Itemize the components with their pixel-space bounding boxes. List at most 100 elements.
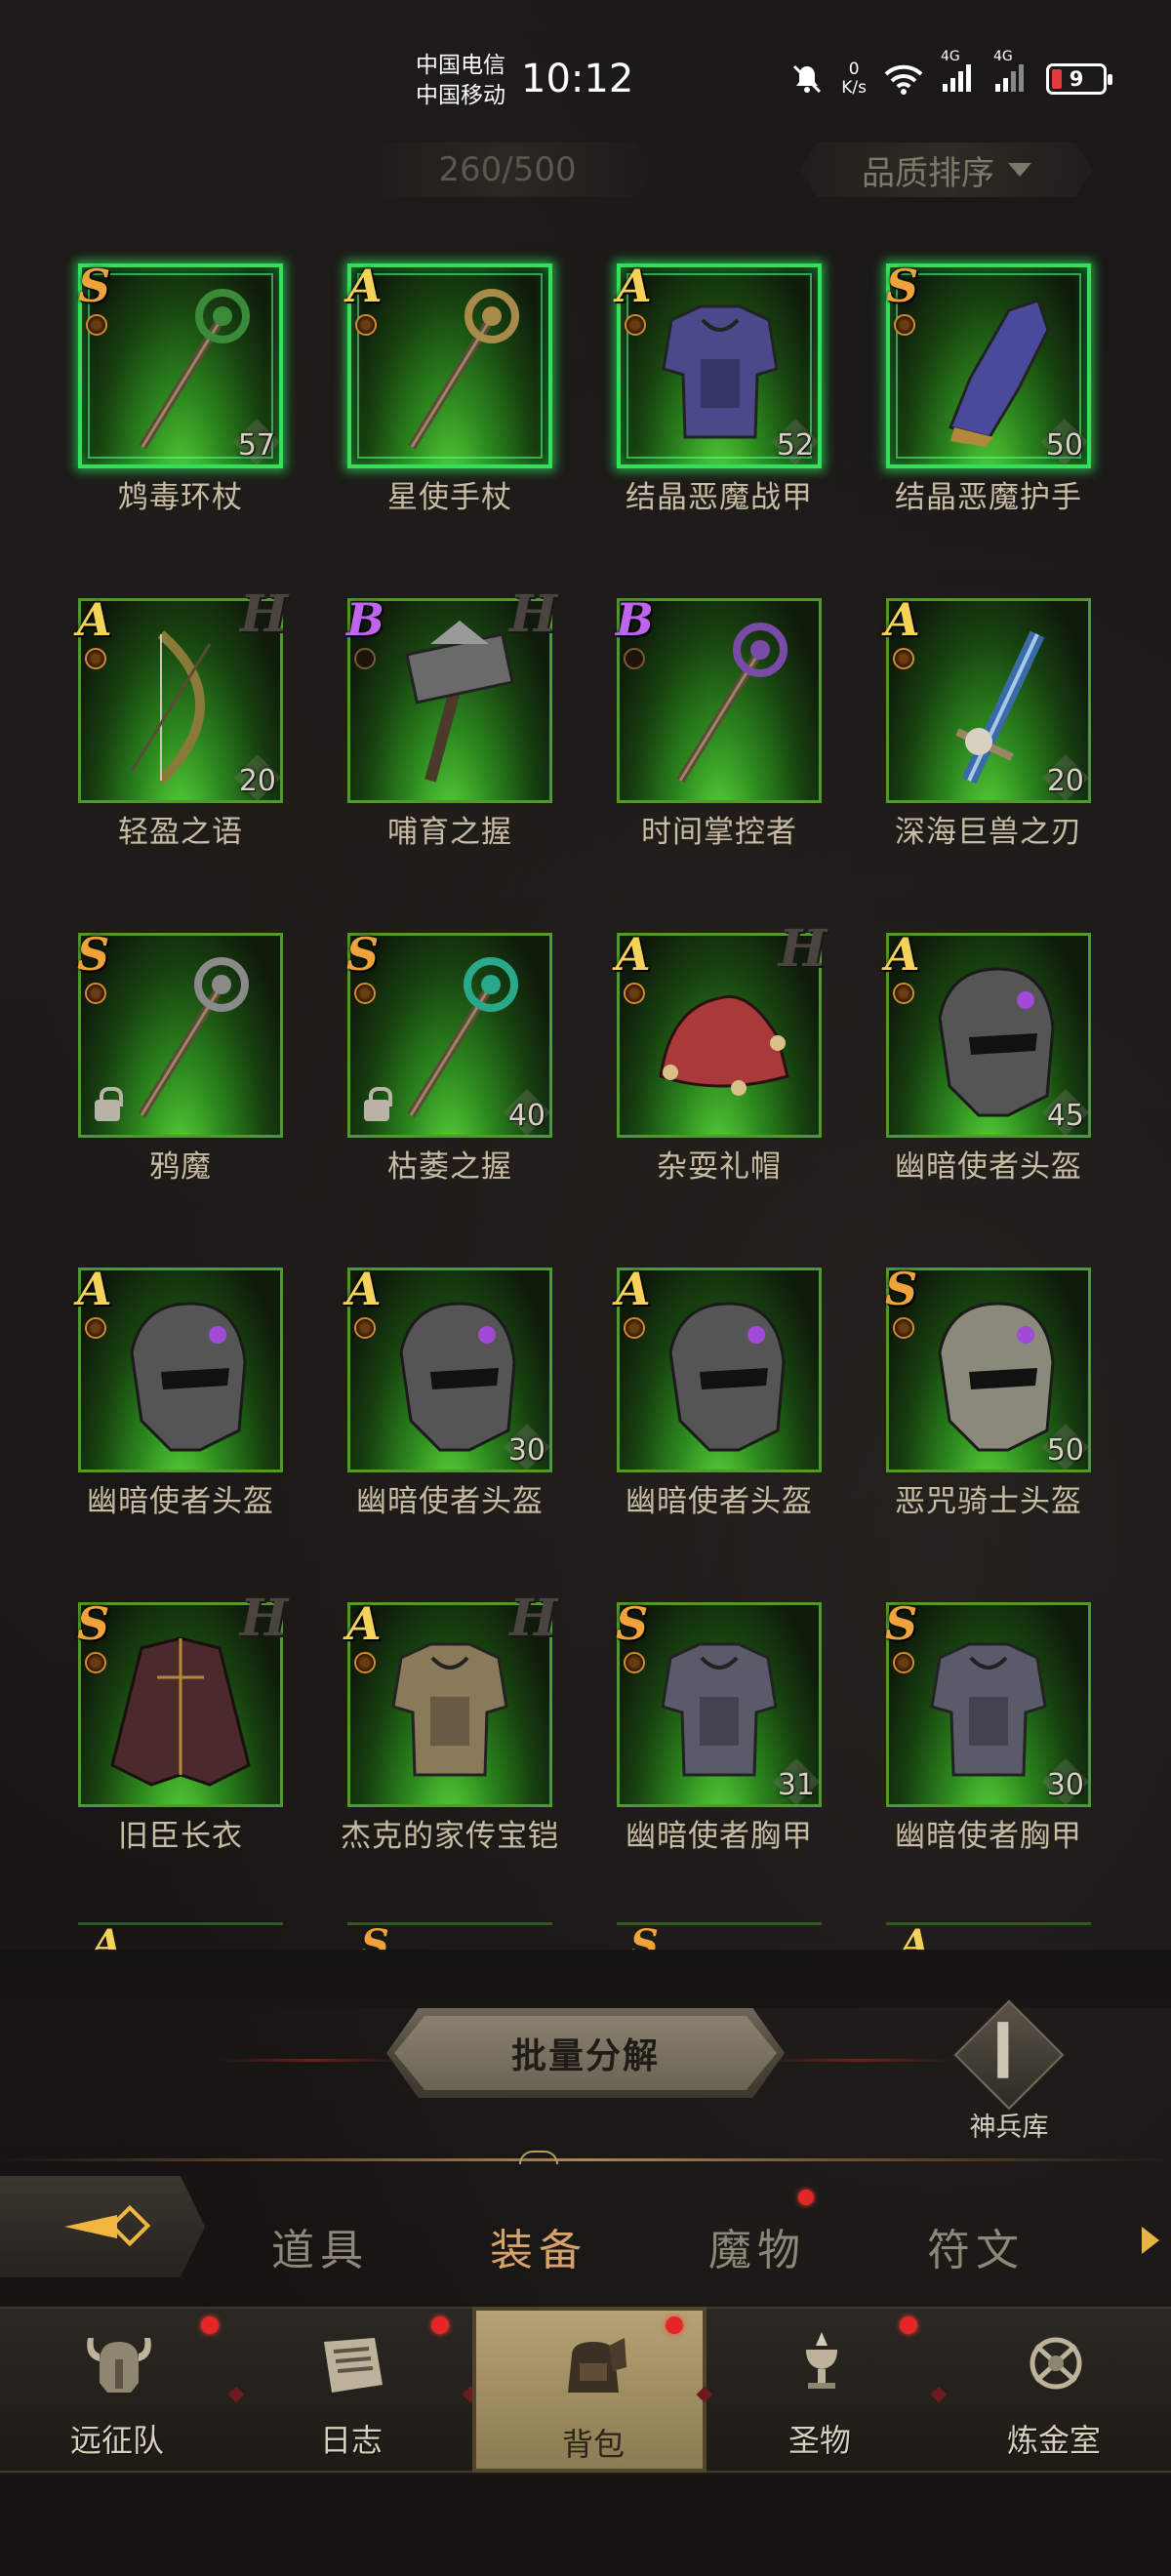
- notification-dot: [900, 2316, 917, 2334]
- item-name: 幽暗使者胸甲: [626, 1819, 813, 1854]
- scroll-icon: [324, 2338, 383, 2393]
- item-slot[interactable]: A 45: [885, 928, 1091, 1138]
- tab-items[interactable]: 道具: [271, 2215, 369, 2277]
- divider-mark: [519, 2151, 558, 2164]
- tab-runes[interactable]: 符文: [927, 2215, 1025, 2277]
- chevron-right-icon[interactable]: [1142, 2227, 1159, 2254]
- item-card[interactable]: A 幽暗使者头盔: [603, 1258, 872, 1592]
- item-slot[interactable]: A 20: [885, 595, 1091, 803]
- grade-badge: A: [77, 1263, 112, 1315]
- item-name: 幽暗使者头盔: [356, 1484, 544, 1519]
- batch-decompose-button[interactable]: 批量分解: [386, 2008, 785, 2098]
- clock: 10:12: [521, 57, 634, 101]
- item-card[interactable]: S 50 恶咒骑士头盔: [872, 1258, 1142, 1592]
- star-mark-icon: [625, 314, 646, 336]
- item-slot-partial[interactable]: A: [886, 1922, 1091, 1952]
- item-name: 深海巨兽之刃: [895, 815, 1082, 850]
- backpack-icon: [568, 2338, 626, 2393]
- batch-decompose-label: 批量分解: [510, 2036, 660, 2076]
- star-mark-icon: [624, 1317, 645, 1339]
- item-level: 45: [1046, 1099, 1084, 1133]
- staff-icon: [408, 289, 519, 450]
- star-mark-icon: [355, 314, 377, 336]
- item-slot[interactable]: A 30: [346, 1265, 552, 1472]
- grade-badge: A: [900, 1922, 931, 1952]
- item-card[interactable]: A 30 幽暗使者头盔: [334, 1258, 603, 1592]
- grade-badge: A: [885, 928, 920, 981]
- item-card[interactable]: B H 哺育之握: [334, 584, 603, 923]
- battery-fill: [1052, 69, 1062, 89]
- item-card[interactable]: S 鸦魔: [64, 923, 334, 1258]
- item-card[interactable]: A 45 幽暗使者头盔: [872, 923, 1142, 1258]
- grade-badge: A: [346, 1597, 382, 1650]
- rune-badge-icon: H: [779, 919, 828, 979]
- item-slot[interactable]: S 57: [78, 260, 283, 468]
- item-name: 结晶恶魔战甲: [626, 480, 813, 515]
- tab-equipment[interactable]: 装备: [490, 2215, 587, 2277]
- grade-badge: S: [361, 1922, 389, 1952]
- divider: [0, 2158, 1171, 2161]
- item-slot[interactable]: A: [347, 262, 552, 468]
- item-card[interactable]: S 40 枯萎之握: [334, 923, 603, 1258]
- nav-alchemy[interactable]: 炼金室: [937, 2307, 1171, 2473]
- network-type-1: 4G: [941, 49, 960, 64]
- item-name: 哺育之握: [387, 815, 512, 850]
- item-card[interactable]: A 星使手杖: [334, 254, 603, 588]
- item-name: 结晶恶魔护手: [895, 480, 1082, 515]
- item-slot[interactable]: S 40: [346, 930, 552, 1138]
- item-card[interactable]: S 50 结晶恶魔护手: [872, 254, 1142, 588]
- item-slot[interactable]: S 31: [616, 1599, 822, 1807]
- item-card[interactable]: A 幽暗使者头盔: [64, 1258, 334, 1592]
- item-card[interactable]: A 52 结晶恶魔战甲: [603, 254, 872, 588]
- item-card[interactable]: S 30 幽暗使者胸甲: [872, 1592, 1142, 1927]
- item-slot-partial[interactable]: S: [347, 1922, 552, 1952]
- item-slot-partial[interactable]: A: [78, 1922, 283, 1952]
- item-card[interactable]: S 57 鸩毒环杖: [64, 254, 334, 588]
- item-card[interactable]: A H 杰克的家传宝铠: [334, 1589, 603, 1927]
- chalice-icon: [806, 2332, 837, 2389]
- item-name: 幽暗使者头盔: [626, 1484, 813, 1519]
- bottom-bar-fill: [0, 2475, 1171, 2576]
- item-slot[interactable]: S: [77, 930, 283, 1138]
- nav-expedition[interactable]: 远征队: [0, 2307, 234, 2473]
- item-card[interactable]: S 31 幽暗使者胸甲: [603, 1592, 872, 1927]
- helmet-icon: [938, 967, 1055, 1117]
- item-slot[interactable]: A: [616, 1263, 822, 1472]
- item-level: 20: [238, 764, 276, 798]
- armor-icon: [661, 1642, 778, 1777]
- speed-value: 0: [848, 60, 860, 79]
- item-level: 30: [507, 1433, 545, 1468]
- hammer-icon: [405, 621, 514, 783]
- helmet-icon: [399, 1302, 516, 1452]
- signal-group-2: 4G: [993, 49, 1029, 96]
- item-card[interactable]: S H 旧臣长衣: [64, 1589, 334, 1927]
- item-level: 40: [507, 1099, 545, 1133]
- item-slot[interactable]: S 50: [885, 1265, 1091, 1472]
- star-mark-icon: [85, 648, 106, 669]
- item-slot[interactable]: A 52: [617, 262, 822, 468]
- item-slot[interactable]: B: [616, 595, 822, 803]
- back-button[interactable]: [0, 2176, 205, 2277]
- star-mark-icon: [85, 1652, 106, 1673]
- item-slot[interactable]: A: [77, 1263, 283, 1472]
- sort-button[interactable]: 品质排序: [800, 142, 1093, 197]
- item-slot[interactable]: S 50: [886, 262, 1091, 468]
- item-card[interactable]: A 20 深海巨兽之刃: [872, 588, 1142, 923]
- item-card[interactable]: B 时间掌控者: [603, 588, 872, 923]
- item-slot-partial[interactable]: S: [617, 1922, 822, 1952]
- grade-badge: S: [78, 260, 111, 312]
- grade-badge: S: [885, 1597, 918, 1650]
- staff-icon: [676, 623, 787, 784]
- item-card[interactable]: A 20 H 轻盈之语: [64, 584, 334, 923]
- item-name: 枯萎之握: [387, 1149, 512, 1185]
- staff-icon: [139, 289, 250, 450]
- item-card[interactable]: A H 杂耍礼帽: [603, 919, 872, 1258]
- arsenal-button[interactable]: 神兵库: [950, 1999, 1068, 2144]
- tab-monsters[interactable]: 魔物: [708, 2215, 806, 2277]
- grade-badge: B: [346, 593, 384, 646]
- item-slot[interactable]: S 30: [885, 1597, 1091, 1807]
- grade-badge: A: [616, 1263, 651, 1315]
- rune-badge-icon: H: [509, 1589, 558, 1648]
- wifi-icon: [884, 64, 923, 95]
- item-name: 杂耍礼帽: [657, 1149, 782, 1185]
